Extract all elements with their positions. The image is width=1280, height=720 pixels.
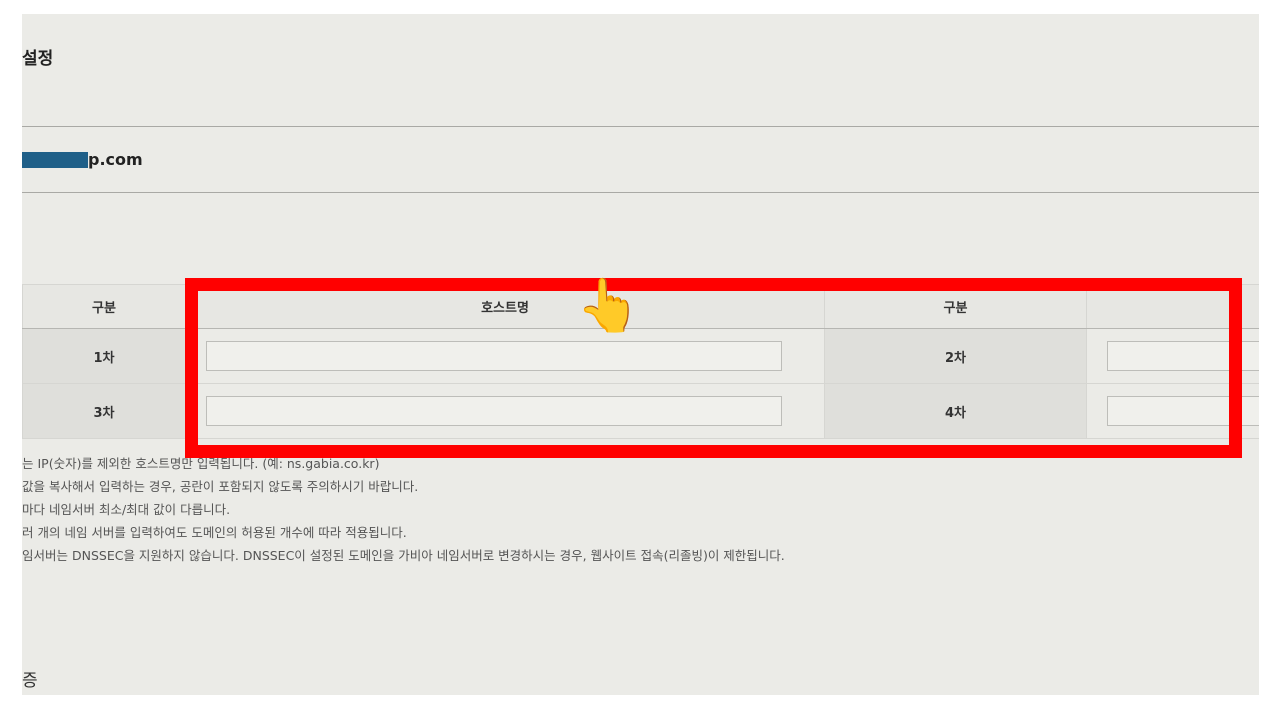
row-label: 4차 (824, 383, 1087, 439)
next-section-title: 증 (22, 671, 38, 691)
nameserver-3-input[interactable] (206, 396, 782, 426)
row-label: 2차 (824, 328, 1087, 384)
column-header (1086, 284, 1259, 329)
table-header-row: 구분 호스트명 구분 (22, 284, 1259, 329)
column-header: 호스트명 (185, 284, 825, 329)
nameserver-settings-page: 설정 p.com 구분 호스트명 구분 1차 2차 3차 4차 는 IP(숫자)… (22, 14, 1259, 695)
row-label: 1차 (22, 328, 186, 384)
note-line: 러 개의 네임 서버를 입력하여도 도메인의 허용된 개수에 따라 적용됩니다. (22, 525, 407, 540)
note-line: 값을 복사해서 입력하는 경우, 공란이 포함되지 않도록 주의하시기 바랍니다… (22, 479, 419, 494)
note-line: 마다 네임서버 최소/최대 값이 다릅니다. (22, 502, 231, 517)
redacted-text (22, 151, 88, 168)
notes-list: 는 IP(숫자)를 제외한 호스트명만 입력됩니다. (예: ns.gabia.… (22, 452, 785, 567)
note-line: 는 IP(숫자)를 제외한 호스트명만 입력됩니다. (예: ns.gabia.… (22, 456, 380, 471)
domain-name: p.com (22, 150, 143, 169)
table-row: 3차 4차 (22, 383, 1259, 439)
nameserver-1-input[interactable] (206, 341, 782, 371)
domain-name-suffix: p.com (88, 150, 143, 169)
nameserver-2-input[interactable] (1107, 341, 1259, 371)
column-header: 구분 (22, 284, 186, 329)
divider (22, 192, 1259, 193)
divider (22, 126, 1259, 127)
column-header: 구분 (824, 284, 1087, 329)
section-title: 설정 (22, 49, 54, 69)
table-row: 1차 2차 (22, 328, 1259, 384)
nameserver-4-input[interactable] (1107, 396, 1259, 426)
note-line: 임서버는 DNSSEC을 지원하지 않습니다. DNSSEC이 설정된 도메인을… (22, 548, 785, 563)
nameserver-table: 구분 호스트명 구분 1차 2차 3차 4차 (22, 284, 1259, 439)
row-label: 3차 (22, 383, 186, 439)
